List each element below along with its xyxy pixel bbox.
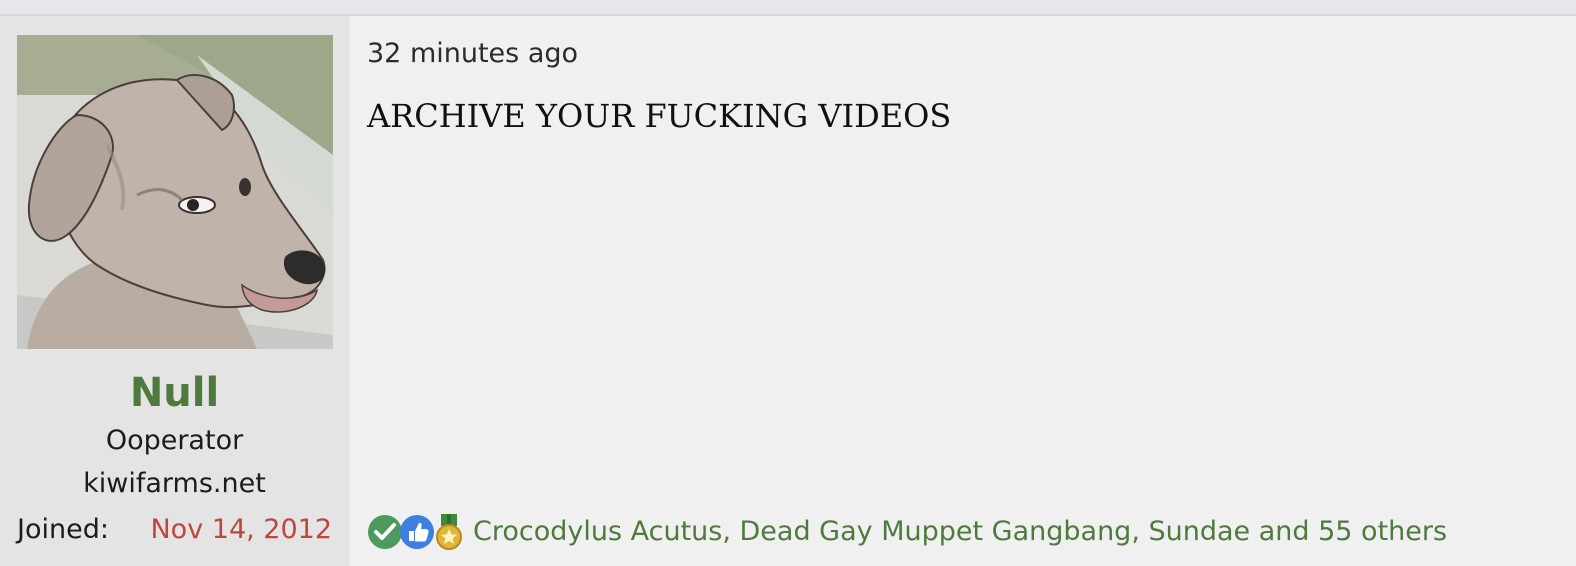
user-panel: Null Ooperator kiwifarms.net Joined: Nov… bbox=[0, 16, 349, 566]
joined-date: Nov 14, 2012 bbox=[150, 514, 332, 545]
medal-icon bbox=[431, 514, 467, 550]
post-main: 32 minutes ago ARCHIVE YOUR FUCKING VIDE… bbox=[349, 16, 1576, 566]
dog-avatar-icon[interactable] bbox=[17, 35, 333, 349]
post-timestamp[interactable]: 32 minutes ago bbox=[367, 38, 578, 70]
top-separator bbox=[0, 0, 1576, 16]
reactions-bar: Crocodylus Acutus, Dead Gay Muppet Gangb… bbox=[365, 512, 1447, 552]
reaction-users-link[interactable]: Crocodylus Acutus, Dead Gay Muppet Gangb… bbox=[473, 516, 1447, 548]
joined-label: Joined: bbox=[17, 514, 109, 545]
checkmark-icon bbox=[367, 514, 403, 550]
user-site: kiwifarms.net bbox=[83, 468, 266, 499]
thumbs-up-icon bbox=[399, 514, 435, 550]
user-title: Ooperator bbox=[105, 425, 244, 456]
post-body: ARCHIVE YOUR FUCKING VIDEOS bbox=[367, 97, 952, 135]
forum-post: Null Ooperator kiwifarms.net Joined: Nov… bbox=[0, 16, 1576, 566]
username-link[interactable]: Null bbox=[0, 370, 349, 416]
reaction-icons[interactable] bbox=[365, 512, 473, 552]
